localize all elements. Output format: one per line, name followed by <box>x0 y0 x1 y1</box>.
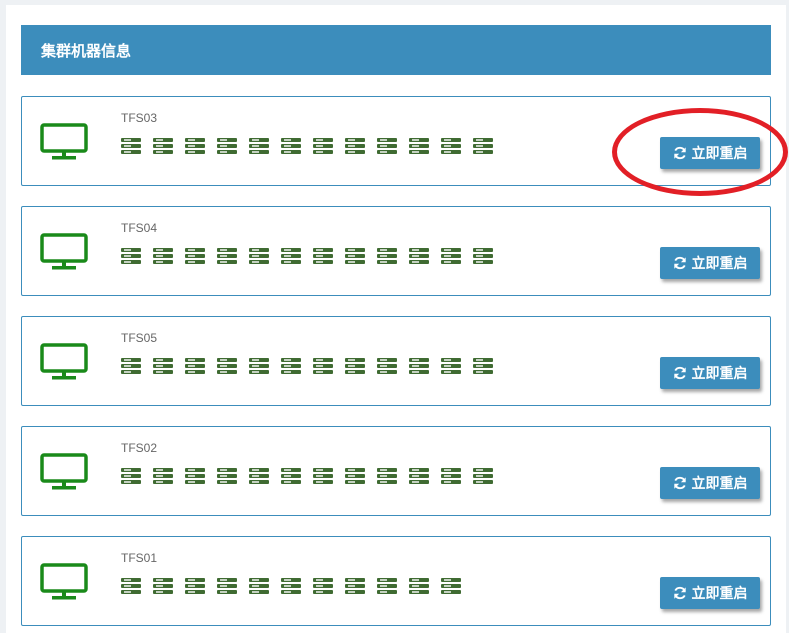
server-icon <box>313 137 333 155</box>
server-icon <box>441 577 461 595</box>
server-icon <box>153 137 173 155</box>
server-icon <box>185 357 205 375</box>
server-icon <box>281 357 301 375</box>
server-icon <box>377 357 397 375</box>
machine-card: TFS04 立即重启 <box>21 206 771 296</box>
restart-button[interactable]: 立即重启 <box>660 467 760 499</box>
server-icon <box>281 577 301 595</box>
machine-name: TFS02 <box>121 441 158 455</box>
server-icon <box>473 467 493 485</box>
server-icon <box>313 357 333 375</box>
server-icon <box>441 357 461 375</box>
refresh-icon <box>673 256 692 270</box>
server-icon <box>185 137 205 155</box>
server-icon <box>153 357 173 375</box>
restart-button[interactable]: 立即重启 <box>660 247 760 279</box>
server-icon <box>185 577 205 595</box>
server-icon <box>441 467 461 485</box>
machine-card: TFS03 立即重启 <box>21 96 771 186</box>
server-icon <box>377 247 397 265</box>
machine-card: TFS01 立即重启 <box>21 536 771 626</box>
server-icon <box>217 467 237 485</box>
panel-header: 集群机器信息 <box>21 25 771 75</box>
server-icon <box>153 467 173 485</box>
server-icon <box>121 137 141 155</box>
server-icon <box>313 577 333 595</box>
server-icon <box>249 357 269 375</box>
server-icon <box>473 247 493 265</box>
refresh-icon <box>673 476 692 490</box>
server-icon <box>409 467 429 485</box>
server-icon <box>185 247 205 265</box>
server-icon <box>249 137 269 155</box>
server-icon <box>217 577 237 595</box>
server-icon <box>345 577 365 595</box>
server-icon <box>217 247 237 265</box>
server-icon <box>441 247 461 265</box>
restart-button-label: 立即重启 <box>691 476 748 492</box>
server-icon <box>121 577 141 595</box>
machine-card: TFS05 立即重启 <box>21 316 771 406</box>
server-list <box>121 137 505 157</box>
server-icon <box>377 577 397 595</box>
server-list <box>121 247 505 267</box>
server-icon <box>185 467 205 485</box>
monitor-icon <box>40 123 90 163</box>
restart-button[interactable]: 立即重启 <box>660 577 760 609</box>
server-icon <box>377 137 397 155</box>
server-icon <box>121 467 141 485</box>
server-icon <box>473 137 493 155</box>
server-icon <box>249 467 269 485</box>
server-icon <box>217 357 237 375</box>
server-icon <box>409 247 429 265</box>
server-list <box>121 577 473 597</box>
server-list <box>121 467 505 487</box>
server-icon <box>313 247 333 265</box>
server-icon <box>217 137 237 155</box>
server-icon <box>153 577 173 595</box>
server-icon <box>473 357 493 375</box>
restart-button[interactable]: 立即重启 <box>660 357 760 389</box>
restart-button-label: 立即重启 <box>691 256 748 272</box>
server-icon <box>377 467 397 485</box>
monitor-icon <box>40 233 90 273</box>
server-icon <box>345 467 365 485</box>
machine-card: TFS02 立即重启 <box>21 426 771 516</box>
server-icon <box>281 247 301 265</box>
refresh-icon <box>673 366 692 380</box>
server-icon <box>409 577 429 595</box>
monitor-icon <box>40 343 90 383</box>
machine-name: TFS01 <box>121 551 158 565</box>
panel-title: 集群机器信息 <box>41 41 132 60</box>
refresh-icon <box>673 586 692 600</box>
server-list <box>121 357 505 377</box>
server-icon <box>409 137 429 155</box>
monitor-icon <box>40 563 90 603</box>
machine-name: TFS03 <box>121 111 158 125</box>
restart-button[interactable]: 立即重启 <box>660 137 760 169</box>
restart-button-label: 立即重启 <box>691 586 748 602</box>
machine-name: TFS05 <box>121 331 158 345</box>
server-icon <box>249 247 269 265</box>
server-icon <box>249 577 269 595</box>
server-icon <box>281 137 301 155</box>
server-icon <box>409 357 429 375</box>
server-icon <box>345 137 365 155</box>
server-icon <box>345 357 365 375</box>
refresh-icon <box>673 146 692 160</box>
monitor-icon <box>40 453 90 493</box>
server-icon <box>281 467 301 485</box>
server-icon <box>441 137 461 155</box>
server-icon <box>153 247 173 265</box>
server-icon <box>313 467 333 485</box>
server-icon <box>345 247 365 265</box>
restart-button-label: 立即重启 <box>691 146 748 162</box>
restart-button-label: 立即重启 <box>691 366 748 382</box>
server-icon <box>121 247 141 265</box>
machine-name: TFS04 <box>121 221 158 235</box>
server-icon <box>121 357 141 375</box>
